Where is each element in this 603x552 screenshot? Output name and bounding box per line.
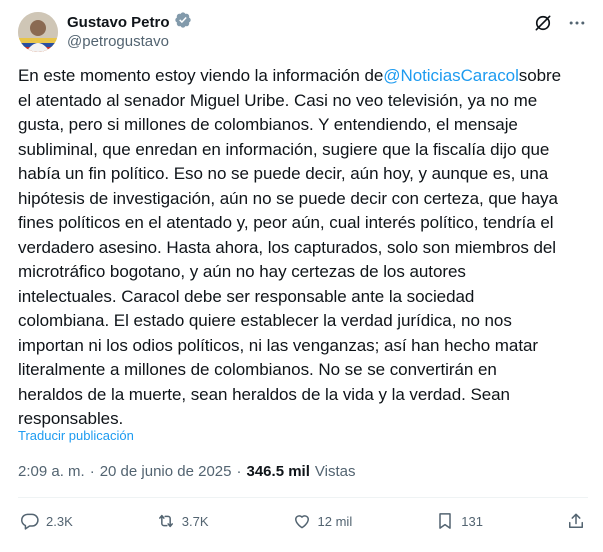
bookmark-icon — [439, 513, 451, 529]
avatar[interactable] — [18, 12, 58, 52]
tweet-text: En este momento estoy viendo la informac… — [18, 64, 588, 432]
tweet-meta: 2:09 a. m. · 20 de junio de 2025 · 346.5… — [18, 463, 355, 480]
meta-separator: · — [89, 463, 95, 480]
action-bar: 2.3K 3.7K 12 mil 131 — [20, 511, 586, 531]
translate-post-link[interactable]: Traducir publicación — [18, 428, 134, 443]
tweet-text-body: sobre el atentado al senador Miguel Urib… — [18, 66, 562, 428]
more-options-icon[interactable] — [566, 12, 588, 34]
share-button[interactable] — [566, 511, 586, 531]
divider-top — [18, 497, 588, 498]
heart-icon — [294, 515, 309, 529]
mention-link[interactable]: @NoticiasCaracol — [383, 66, 519, 85]
post-time[interactable]: 2:09 a. m. — [18, 463, 85, 480]
share-icon — [568, 513, 583, 528]
reply-count: 2.3K — [46, 513, 73, 529]
bookmark-count: 131 — [461, 513, 483, 529]
tweet-header: Gustavo Petro @petrogustavo — [18, 8, 588, 56]
verified-badge-icon — [174, 11, 192, 34]
repost-icon — [158, 514, 173, 528]
like-count: 12 mil — [317, 513, 353, 529]
author-name[interactable]: Gustavo Petro — [67, 14, 170, 31]
like-button[interactable]: 12 mil — [292, 511, 353, 531]
author-name-row: Gustavo Petro — [67, 11, 192, 34]
repost-count: 3.7K — [181, 513, 209, 529]
repost-button[interactable]: 3.7K — [156, 511, 209, 531]
author-handle[interactable]: @petrogustavo — [67, 33, 169, 50]
views-count: 346.5 mil — [246, 463, 310, 480]
avatar-photo — [18, 12, 58, 52]
post-date[interactable]: 20 de junio de 2025 — [100, 463, 232, 480]
bookmark-button[interactable]: 131 — [435, 511, 483, 531]
top-actions — [532, 12, 588, 34]
grok-icon[interactable] — [532, 12, 554, 34]
reply-button[interactable]: 2.3K — [20, 511, 73, 531]
reply-icon — [20, 513, 39, 530]
tweet-text-intro: En este momento estoy viendo la informac… — [18, 66, 384, 85]
meta-separator-2: · — [236, 463, 242, 480]
views-label: Vistas — [314, 463, 356, 480]
